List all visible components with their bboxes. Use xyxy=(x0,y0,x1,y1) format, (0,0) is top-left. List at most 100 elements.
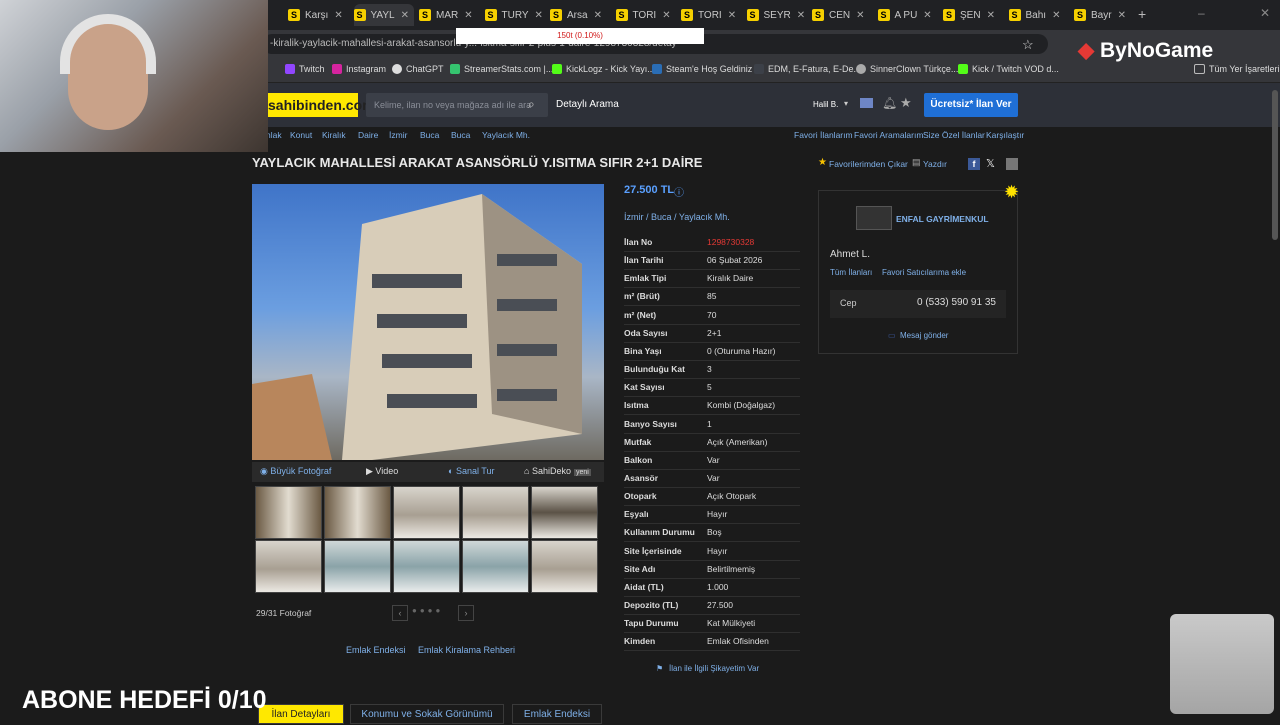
sahideko-tab[interactable]: ⌂ SahiDeko yeni xyxy=(524,466,591,476)
bookmark-kick-twitch-vod[interactable]: Kick / Twitch VOD d... xyxy=(958,64,1059,74)
tab-location[interactable]: Konumu ve Sokak Görünümü xyxy=(350,704,504,724)
thumbnail[interactable] xyxy=(393,540,460,593)
browser-tab[interactable]: S TURY ✕ xyxy=(484,4,545,26)
print-link[interactable]: Yazdır xyxy=(923,159,947,169)
close-tab-icon[interactable]: ✕ xyxy=(797,10,805,21)
phone-number[interactable]: 0 (533) 590 91 35 xyxy=(917,297,996,308)
close-tab-icon[interactable]: ✕ xyxy=(923,10,931,21)
browser-tab[interactable]: S Karşı ✕ xyxy=(288,4,348,26)
close-tab-icon[interactable]: ✕ xyxy=(728,10,736,21)
next-photo-button[interactable]: › xyxy=(458,605,474,621)
prev-photo-button[interactable]: ‹ xyxy=(392,605,408,621)
bookmark-all[interactable]: Tüm Yer İşaretleri xyxy=(1194,64,1280,74)
compare-link[interactable]: Karşılaştır xyxy=(986,130,1024,140)
detailed-search-link[interactable]: Detaylı Arama xyxy=(556,99,619,110)
close-tab-icon[interactable]: ✕ xyxy=(987,10,995,21)
breadcrumb-yaylacik[interactable]: Yaylacık Mh. xyxy=(482,130,530,140)
bookmark-edm[interactable]: EDM, E-Fatura, E-De... xyxy=(754,64,861,74)
thumbnail[interactable] xyxy=(255,540,322,593)
browser-tab[interactable]: S TORI ✕ xyxy=(681,4,741,26)
browser-tab[interactable]: S Bayr ✕ xyxy=(1074,4,1134,26)
browser-tab[interactable]: S TORI ✕ xyxy=(615,4,676,26)
bookmark-kicklogz[interactable]: KickLogz - Kick Yayı... xyxy=(552,64,655,74)
thumbnail[interactable] xyxy=(324,486,391,539)
video-tab[interactable]: ▶ Video xyxy=(366,466,398,477)
bell-icon[interactable]: 🔔︎ xyxy=(882,96,897,110)
bookmark-steam[interactable]: Steam'e Hoş Geldiniz xyxy=(652,64,752,74)
close-tab-icon[interactable]: ✕ xyxy=(464,10,472,21)
complaint-link[interactable]: İlan ile İlgili Şikayetim Var xyxy=(669,664,759,673)
search-input[interactable]: Kelime, ilan no veya mağaza adı ile ara xyxy=(366,93,548,117)
send-message-link[interactable]: Mesaj gönder xyxy=(900,331,948,340)
thumbnail[interactable] xyxy=(324,540,391,593)
browser-tab[interactable]: S A PU ✕ xyxy=(877,4,938,26)
thumbnail[interactable] xyxy=(531,540,598,593)
close-tab-icon[interactable]: ✕ xyxy=(856,10,864,21)
site-logo[interactable]: sahibinden.com xyxy=(268,93,375,117)
close-tab-icon[interactable]: ✕ xyxy=(535,10,543,21)
bookmark-sinnerclown[interactable]: SinnerClown Türkçe... xyxy=(856,64,958,74)
star-icon[interactable]: ★ xyxy=(900,95,912,111)
remove-favorite-link[interactable]: Favorilerimden Çıkar xyxy=(829,159,908,169)
rental-guide-link[interactable]: Emlak Kiralama Rehberi xyxy=(418,645,515,655)
bookmark-star-icon[interactable]: ☆ xyxy=(1022,37,1034,53)
bookmark-instagram[interactable]: Instagram xyxy=(332,64,386,74)
main-photo[interactable] xyxy=(252,184,604,460)
breadcrumb-kiralik[interactable]: Kiralık xyxy=(322,130,346,140)
tab-listing-details[interactable]: İlan Detayları xyxy=(258,704,344,724)
seller-office-name[interactable]: ENFAL GAYRİMENKUL xyxy=(896,214,989,224)
bookmark-streamerstats[interactable]: StreamerStats.com |... xyxy=(450,64,553,74)
close-tab-icon[interactable]: ✕ xyxy=(401,10,409,21)
special-listings-link[interactable]: Size Özel İlanlar xyxy=(923,130,985,140)
close-tab-icon[interactable]: ✕ xyxy=(1118,10,1126,21)
browser-tab[interactable]: S Bahı ✕ xyxy=(1008,4,1069,26)
emlak-index-link[interactable]: Emlak Endeksi xyxy=(346,645,406,655)
loc-district[interactable]: Buca xyxy=(651,212,672,222)
seller-logo[interactable] xyxy=(856,206,892,230)
thumbnail[interactable] xyxy=(255,486,322,539)
printer-icon[interactable]: ▤ xyxy=(912,157,921,168)
bookmark-chatgpt[interactable]: ChatGPT xyxy=(392,64,444,74)
breadcrumb-konut[interactable]: Konut xyxy=(290,130,312,140)
close-tab-icon[interactable]: ✕ xyxy=(594,10,602,21)
large-photo-tab[interactable]: ◉ Büyük Fotoğraf xyxy=(260,466,331,477)
loc-city[interactable]: İzmir xyxy=(624,212,644,222)
browser-tab[interactable]: S CEN ✕ xyxy=(812,4,872,26)
breadcrumb-buca[interactable]: Buca xyxy=(420,130,439,140)
tab-emlak-index[interactable]: Emlak Endeksi xyxy=(512,704,602,724)
thumbnail[interactable] xyxy=(462,540,529,593)
new-tab-button[interactable]: + xyxy=(1138,6,1146,22)
favorite-seller-link[interactable]: Favori Satıcılarıma ekle xyxy=(882,268,966,277)
thumbnail[interactable] xyxy=(531,486,598,539)
all-listings-link[interactable]: Tüm İlanları xyxy=(830,268,872,277)
breadcrumb-izmir[interactable]: İzmir xyxy=(389,130,407,140)
minimize-icon[interactable]: – xyxy=(1198,6,1205,20)
close-window-icon[interactable]: ✕ xyxy=(1260,6,1270,20)
facebook-icon[interactable]: f xyxy=(968,158,980,170)
info-icon[interactable]: ⓘ xyxy=(674,184,684,199)
close-tab-icon[interactable]: ✕ xyxy=(662,10,670,21)
breadcrumb-buca-2[interactable]: Buca xyxy=(451,130,470,140)
close-tab-icon[interactable]: ✕ xyxy=(1052,10,1060,21)
user-menu[interactable]: Halil B. xyxy=(813,100,838,109)
browser-tab[interactable]: S Arsa ✕ xyxy=(550,4,610,26)
browser-tab[interactable]: S MAR ✕ xyxy=(419,4,479,26)
close-tab-icon[interactable]: ✕ xyxy=(334,10,342,21)
browser-tab[interactable]: S SEYR ✕ xyxy=(746,4,807,26)
mail-icon[interactable] xyxy=(860,98,873,108)
thumbnail[interactable] xyxy=(462,486,529,539)
email-share-icon[interactable] xyxy=(1006,158,1018,170)
x-icon[interactable]: 𝕏 xyxy=(986,157,995,170)
chevron-down-icon[interactable]: ▾ xyxy=(844,99,848,108)
favorite-searches-link[interactable]: Favori Aramalarım xyxy=(854,130,923,140)
search-icon[interactable]: ⌕ xyxy=(528,97,535,112)
post-listing-button[interactable]: Ücretsiz* İlan Ver xyxy=(924,93,1018,117)
browser-tab[interactable]: S YAYL ✕ xyxy=(353,4,414,26)
favorite-listings-link[interactable]: Favori İlanlarım xyxy=(794,130,853,140)
thumbnail[interactable] xyxy=(393,486,460,539)
breadcrumb-daire[interactable]: Daire xyxy=(358,130,378,140)
loc-neighborhood[interactable]: Yaylacık Mh. xyxy=(679,212,730,222)
virtual-tour-tab[interactable]: ◐ Sanal Tur xyxy=(448,466,494,476)
browser-tab[interactable]: S ŞEN ✕ xyxy=(943,4,1003,26)
bookmark-twitch[interactable]: Twitch xyxy=(285,64,325,74)
